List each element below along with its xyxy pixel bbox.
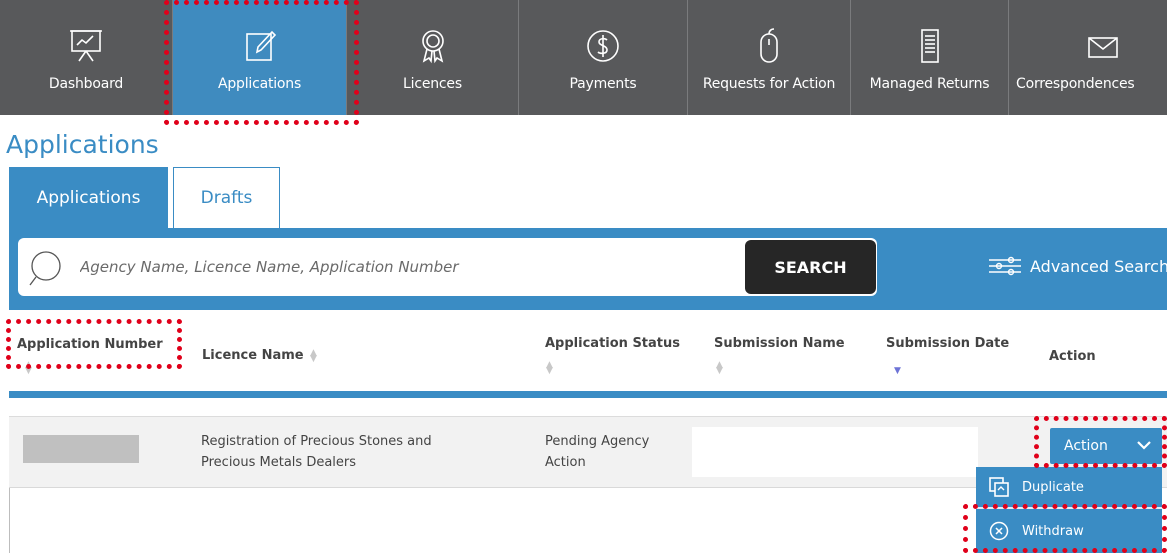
sort-desc-icon[interactable]: ▼ (894, 367, 901, 376)
search-button[interactable]: SEARCH (745, 240, 876, 294)
nav-item-dashboard[interactable]: Dashboard (0, 0, 173, 115)
nav-label: Correspondences (1016, 76, 1135, 92)
nav-item-managed-returns[interactable]: Managed Returns (851, 0, 1009, 115)
nav-label: Applications (217, 76, 302, 92)
nav-label: Payments (569, 76, 637, 92)
tab-drafts[interactable]: Drafts (173, 167, 280, 228)
nav-item-applications[interactable]: Applications (173, 0, 347, 115)
nav-label: Requests for Action (702, 76, 836, 92)
status-line: Action (545, 455, 586, 470)
column-header-submission-name[interactable]: Submission Name (714, 336, 845, 351)
page-title: Applications (6, 130, 159, 159)
nav-item-correspondences[interactable]: Correspondences (1009, 0, 1167, 115)
advanced-search-link[interactable]: Advanced Search (988, 255, 1167, 277)
search-input[interactable] (80, 252, 730, 282)
sort-icon[interactable]: ▲ ▼ (310, 349, 317, 364)
nav-item-licences[interactable]: Licences (347, 0, 519, 115)
column-header-submission-date[interactable]: Submission Date (886, 336, 1009, 351)
advanced-search-label: Advanced Search (1030, 256, 1167, 276)
column-header-application-number[interactable]: Application Number (17, 337, 163, 352)
action-menu: Duplicate Withdraw (976, 467, 1162, 553)
award-ribbon-icon (416, 28, 450, 64)
status-line: Pending Agency (545, 434, 650, 449)
search-icon (28, 249, 72, 293)
nav-label: Managed Returns (869, 76, 990, 92)
tab-bar: Applications Drafts (9, 167, 280, 228)
presentation-chart-icon (69, 28, 103, 64)
sort-icon[interactable]: ▲ ▼ (716, 361, 723, 376)
edit-square-icon (243, 28, 277, 64)
column-header-application-status[interactable]: Application Status (545, 336, 680, 351)
licence-name-line: Registration of Precious Stones and (201, 434, 432, 449)
submission-name-cell (692, 427, 978, 477)
column-header-action: Action (1049, 349, 1096, 364)
action-dropdown-button[interactable]: Action (1050, 428, 1162, 464)
top-navigation: Dashboard Applications Licences Payments… (0, 0, 1167, 115)
menu-item-label: Withdraw (1022, 523, 1084, 539)
tab-applications[interactable]: Applications (9, 167, 168, 228)
menu-item-label: Duplicate (1022, 479, 1084, 495)
licence-name-line: Precious Metals Dealers (201, 455, 357, 470)
menu-item-withdraw[interactable]: Withdraw (976, 509, 1162, 553)
table-header-rule (9, 391, 1167, 398)
menu-item-duplicate[interactable]: Duplicate (976, 467, 1162, 507)
sort-icon[interactable]: ▲ ▼ (25, 361, 32, 376)
table-border (9, 488, 10, 553)
action-button-label: Action (1064, 438, 1108, 454)
nav-label: Dashboard (48, 76, 124, 92)
column-header-licence-name[interactable]: Licence Name (202, 348, 304, 363)
close-circle-icon (976, 521, 1022, 541)
application-status-cell: Pending Agency Action (545, 431, 649, 473)
duplicate-icon (976, 477, 1022, 497)
application-number-redacted (23, 435, 139, 463)
dollar-circle-icon (585, 28, 621, 64)
sliders-icon (989, 256, 1021, 276)
licence-name-cell: Registration of Precious Stones and Prec… (201, 431, 432, 473)
document-list-icon (913, 28, 947, 64)
sort-icon[interactable]: ▲ ▼ (546, 361, 553, 376)
chevron-down-icon (1136, 438, 1152, 456)
nav-item-requests-for-action[interactable]: Requests for Action (688, 0, 851, 115)
mouse-icon (752, 28, 786, 64)
nav-label: Licences (403, 76, 462, 92)
nav-item-payments[interactable]: Payments (519, 0, 688, 115)
envelope-icon (1086, 28, 1120, 64)
